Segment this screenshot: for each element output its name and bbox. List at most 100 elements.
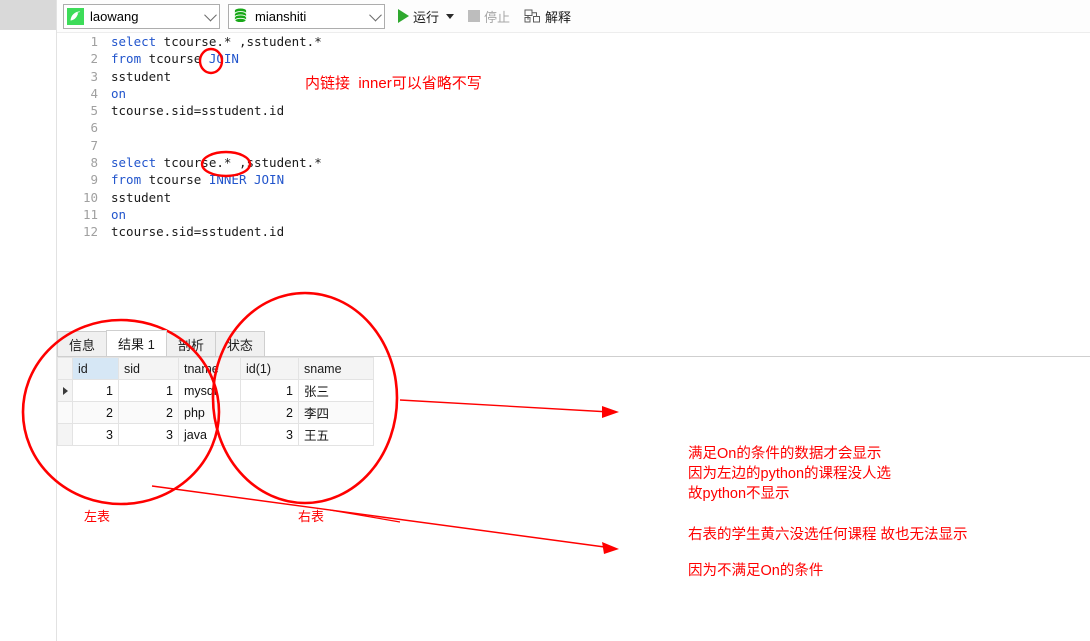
- cell-id[interactable]: 1: [72, 379, 119, 402]
- column-header-tname[interactable]: tname: [178, 357, 241, 380]
- sql-text: tcourse.sid=sstudent.id: [111, 103, 285, 119]
- column-header-id1[interactable]: id(1): [240, 357, 299, 380]
- code-line: 4 on: [57, 85, 323, 102]
- connection-selector[interactable]: laowang: [63, 3, 220, 29]
- line-number: 2: [90, 51, 98, 67]
- code-line-text[interactable]: [107, 119, 323, 136]
- cell-tname[interactable]: java: [178, 423, 241, 446]
- code-line-text[interactable]: from tcourse JOIN: [107, 50, 323, 67]
- code-line-text[interactable]: on: [107, 85, 323, 102]
- database-icon: [232, 8, 249, 25]
- cell-sid[interactable]: 3: [118, 423, 179, 446]
- code-line: 1 select tcourse.* ,sstudent.*: [57, 33, 323, 50]
- line-number: 10: [82, 189, 98, 205]
- tab-2[interactable]: 结果 1: [106, 330, 167, 356]
- table-row[interactable]: 3 3 java 3 王五: [57, 423, 374, 446]
- run-dropdown-caret-icon[interactable]: [446, 13, 455, 19]
- code-line-text[interactable]: on: [107, 206, 323, 223]
- line-number: 8: [90, 155, 98, 171]
- sql-text: tcourse.sid=sstudent.id: [111, 224, 285, 240]
- sql-keyword: INNER JOIN: [208, 172, 285, 188]
- cell-id1[interactable]: 2: [240, 401, 299, 424]
- cell-id[interactable]: 2: [72, 401, 119, 424]
- cell-sid[interactable]: 1: [118, 379, 179, 402]
- cell-sid[interactable]: 2: [118, 401, 179, 424]
- code-line: 6: [57, 119, 323, 136]
- code-line-text[interactable]: select tcourse.* ,sstudent.*: [107, 33, 323, 50]
- sql-keyword: select: [111, 155, 157, 171]
- code-line: 2 from tcourse JOIN: [57, 50, 323, 67]
- sql-keyword: JOIN: [208, 51, 239, 67]
- code-line-text[interactable]: select tcourse.* ,sstudent.*: [107, 154, 323, 171]
- results-tabbar: 信息 结果 1 剖析 状态: [57, 330, 1090, 357]
- sql-keyword: select: [111, 34, 157, 49]
- cell-sname[interactable]: 王五: [298, 423, 374, 446]
- table-row[interactable]: 1 1 mysql 1 张三: [57, 379, 374, 402]
- code-line-text[interactable]: tcourse.sid=sstudent.id: [107, 223, 323, 240]
- toolbar: laowang mianshiti 运行 停止 解释: [57, 0, 1090, 33]
- code-line-text[interactable]: [107, 137, 323, 154]
- line-number: 9: [90, 172, 98, 188]
- tab-4[interactable]: 状态: [214, 331, 265, 356]
- column-header-sid[interactable]: sid: [118, 357, 179, 380]
- line-number: 6: [90, 120, 98, 136]
- cell-id1[interactable]: 3: [240, 423, 299, 446]
- sql-keyword: from: [111, 172, 142, 188]
- code-line-text[interactable]: sstudent: [107, 68, 323, 85]
- column-header-id[interactable]: id: [72, 357, 119, 380]
- database-name: mianshiti: [255, 8, 307, 24]
- code-line: 11 on: [57, 206, 323, 223]
- grid-header-row: id sid tname id(1) sname: [57, 357, 374, 380]
- sql-text: tcourse.* ,sstudent.*: [156, 155, 322, 171]
- row-selector-cell[interactable]: [57, 401, 73, 424]
- cell-sname[interactable]: 张三: [298, 379, 374, 402]
- stop-icon: [468, 10, 481, 22]
- stop-button[interactable]: 停止: [465, 3, 513, 29]
- sql-text: sstudent: [111, 68, 172, 84]
- sql-text: tcourse: [141, 51, 209, 67]
- sql-keyword: on: [111, 85, 127, 101]
- sidebar-header-block: [0, 0, 56, 30]
- results-grid[interactable]: id sid tname id(1) sname 1 1 mysql 1 张三 2 2 php…: [57, 357, 374, 446]
- row-selector-cell[interactable]: [57, 423, 73, 446]
- explain-button[interactable]: 解释: [521, 3, 574, 29]
- code-line-text[interactable]: from tcourse INNER JOIN: [107, 171, 323, 188]
- chevron-down-icon[interactable]: [201, 8, 219, 21]
- results-panel: 信息 结果 1 剖析 状态 id sid tname id(1) sname 1 1 my…: [57, 326, 1090, 641]
- cell-tname[interactable]: php: [178, 401, 241, 424]
- stop-button-label: 停止: [484, 9, 511, 25]
- row-selector-cell[interactable]: [57, 379, 73, 402]
- play-icon: [398, 9, 409, 23]
- database-selector[interactable]: mianshiti: [228, 3, 385, 29]
- chevron-down-icon[interactable]: [366, 8, 384, 21]
- explain-button-label: 解释: [545, 9, 572, 25]
- code-line: 7: [57, 137, 323, 154]
- current-row-marker-icon: [62, 386, 68, 395]
- bird-logo-icon: [67, 7, 84, 25]
- line-number: 12: [82, 224, 98, 240]
- sql-keyword: from: [111, 51, 142, 67]
- column-header-sname[interactable]: sname: [298, 357, 374, 380]
- cell-sname[interactable]: 李四: [298, 401, 374, 424]
- explain-icon: [524, 9, 541, 24]
- code-line-text[interactable]: tcourse.sid=sstudent.id: [107, 102, 323, 119]
- table-row[interactable]: 2 2 php 2 李四: [57, 401, 374, 424]
- line-number: 11: [82, 206, 98, 222]
- line-number: 4: [90, 85, 98, 101]
- sql-text: sstudent: [111, 189, 172, 205]
- cell-id1[interactable]: 1: [240, 379, 299, 402]
- cell-tname[interactable]: mysql: [178, 379, 241, 402]
- line-number: 5: [90, 103, 98, 119]
- cell-id[interactable]: 3: [72, 423, 119, 446]
- sql-text: tcourse: [141, 172, 209, 188]
- sql-editor[interactable]: 1 select tcourse.* ,sstudent.* 2 from tcour…: [57, 33, 1090, 326]
- sql-keyword: on: [111, 206, 127, 222]
- tab-1[interactable]: 信息: [57, 331, 108, 356]
- tab-3[interactable]: 剖析: [165, 331, 216, 356]
- code-line-text[interactable]: sstudent: [107, 189, 323, 206]
- code-lines: 1 select tcourse.* ,sstudent.* 2 from tcour…: [57, 33, 323, 241]
- sql-client-window: laowang mianshiti 运行 停止 解释 1 select tcou…: [0, 0, 1090, 641]
- code-line: 12 tcourse.sid=sstudent.id: [57, 223, 323, 240]
- run-button[interactable]: 运行: [393, 3, 457, 29]
- connection-name: laowang: [90, 8, 139, 24]
